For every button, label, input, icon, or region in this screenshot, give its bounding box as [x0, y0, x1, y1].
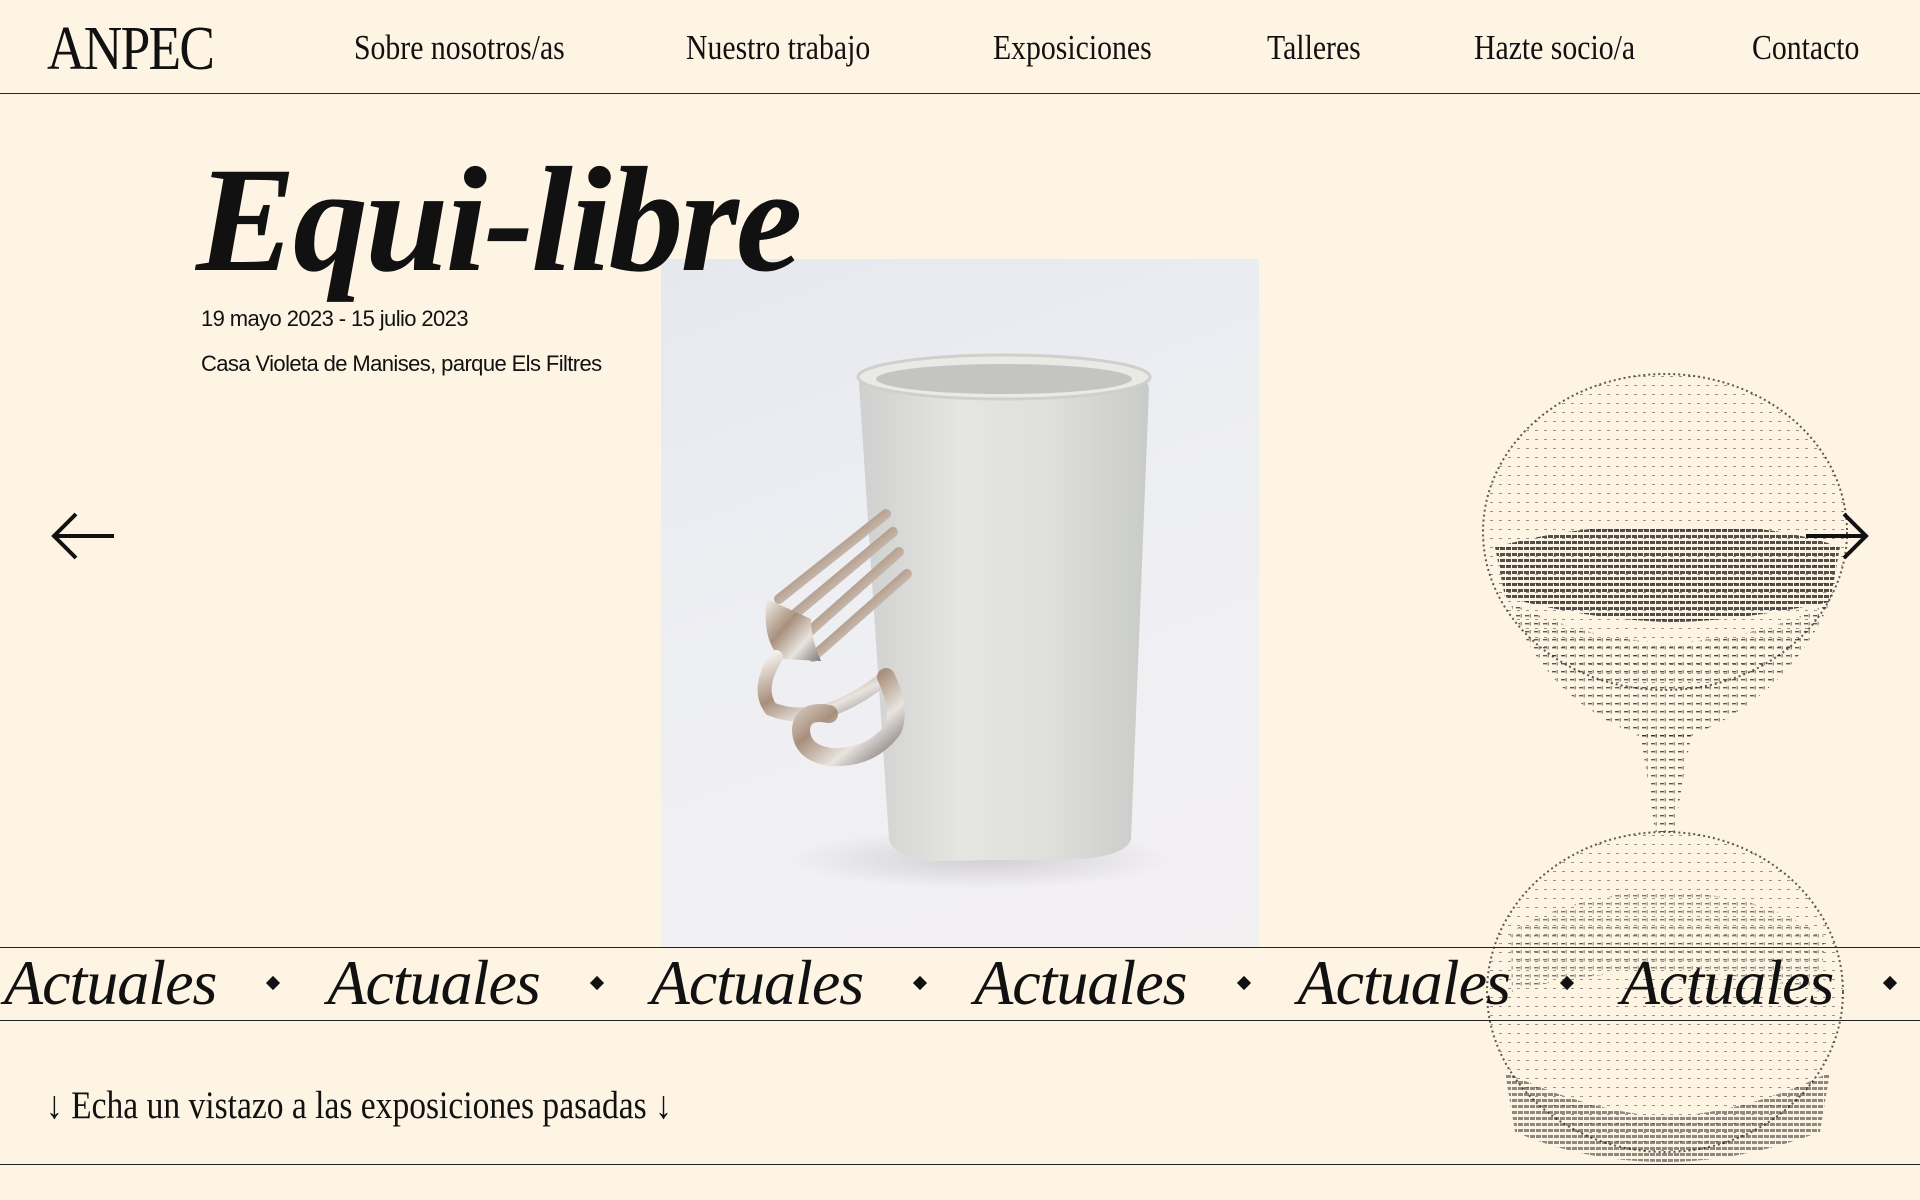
- current-exhibitions-marquee: Actuales Actuales Actuales Actuales Actu…: [0, 947, 1920, 1021]
- nav-item-sobre-nosotros[interactable]: Sobre nosotros/as: [354, 28, 565, 68]
- top-navigation: ANPEC Sobre nosotros/as Nuestro trabajo …: [0, 0, 1920, 94]
- nav-item-exposiciones[interactable]: Exposiciones: [993, 28, 1152, 68]
- nav-item-talleres[interactable]: Talleres: [1267, 28, 1361, 68]
- divider: [0, 1164, 1920, 1165]
- marquee-word: Actuales: [1620, 947, 1834, 1018]
- diamond-icon: [589, 975, 604, 991]
- diamond-icon: [1883, 975, 1898, 991]
- site-logo[interactable]: ANPEC: [47, 14, 215, 84]
- arrow-left-icon[interactable]: [50, 510, 116, 567]
- exhibition-dates: 19 mayo 2023 - 15 julio 2023: [201, 306, 469, 331]
- nav-item-hazte-socio[interactable]: Hazte socio/a: [1474, 28, 1635, 68]
- marquee-word: Actuales: [974, 947, 1187, 1018]
- ascii-portrait-decoration: [1482, 373, 1848, 1162]
- diamond-icon: [1236, 975, 1251, 991]
- marquee-word: Actuales: [327, 947, 540, 1018]
- diamond-icon: [913, 975, 928, 991]
- marquee-word: Actuales: [650, 947, 864, 1018]
- diamond-icon: [266, 975, 281, 991]
- past-exhibitions-link[interactable]: ↓ Echa un vistazo a las exposiciones pas…: [46, 1084, 672, 1128]
- marquee-word: Actuales: [1297, 947, 1511, 1018]
- nav-item-nuestro-trabajo[interactable]: Nuestro trabajo: [686, 28, 870, 68]
- arrow-right-icon[interactable]: [1804, 510, 1870, 567]
- marquee-word: Actuales: [4, 947, 217, 1018]
- ceramic-cup-fork-illustration: [757, 353, 1171, 889]
- exhibition-image[interactable]: [661, 259, 1259, 948]
- nav-item-contacto[interactable]: Contacto: [1752, 28, 1859, 68]
- diamond-icon: [1559, 975, 1574, 991]
- exhibition-title: Equi-libre: [196, 137, 802, 303]
- exhibition-venue: Casa Violeta de Manises, parque Els Filt…: [201, 351, 602, 376]
